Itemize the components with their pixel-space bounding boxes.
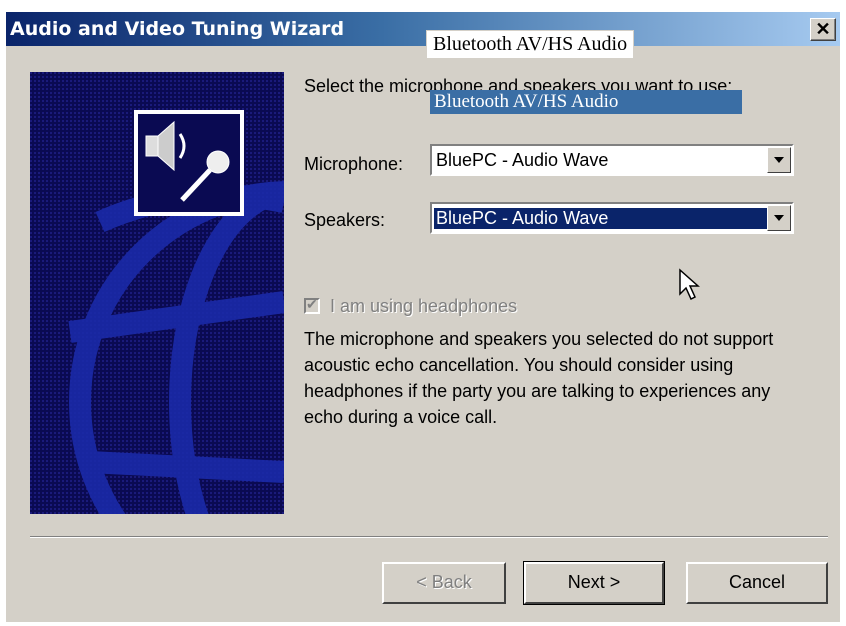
mouse-cursor-icon	[679, 268, 700, 301]
microphone-label: Microphone:	[304, 154, 404, 174]
wizard-side-image	[30, 72, 284, 514]
chevron-down-icon[interactable]	[767, 147, 791, 173]
divider	[30, 536, 828, 538]
title-bar: Audio and Video Tuning Wizard ✕	[6, 12, 840, 46]
speaker-microphone-icon	[134, 110, 244, 216]
echo-warning-text: The microphone and speakers you selected…	[304, 329, 774, 427]
cancel-button[interactable]: Cancel	[686, 562, 828, 604]
chevron-down-icon[interactable]	[767, 205, 791, 231]
tooltip: Bluetooth AV/HS Audio	[426, 30, 635, 59]
microphone-select[interactable]: BluePC - Audio Wave	[430, 144, 794, 176]
close-button[interactable]: ✕	[810, 18, 836, 41]
speakers-select[interactable]: BluePC - Audio Wave	[430, 202, 794, 234]
next-button[interactable]: Next >	[523, 561, 665, 605]
speakers-value: BluePC - Audio Wave	[434, 208, 768, 229]
highlighted-device: Bluetooth AV/HS Audio	[430, 90, 742, 114]
window-title: Audio and Video Tuning Wizard	[10, 18, 345, 40]
microphone-value: BluePC - Audio Wave	[436, 150, 609, 170]
headphones-checkbox[interactable]	[304, 296, 320, 314]
headphones-label: I am using headphones	[330, 296, 518, 316]
back-button[interactable]: < Back	[382, 562, 506, 604]
speakers-label: Speakers:	[304, 210, 386, 230]
